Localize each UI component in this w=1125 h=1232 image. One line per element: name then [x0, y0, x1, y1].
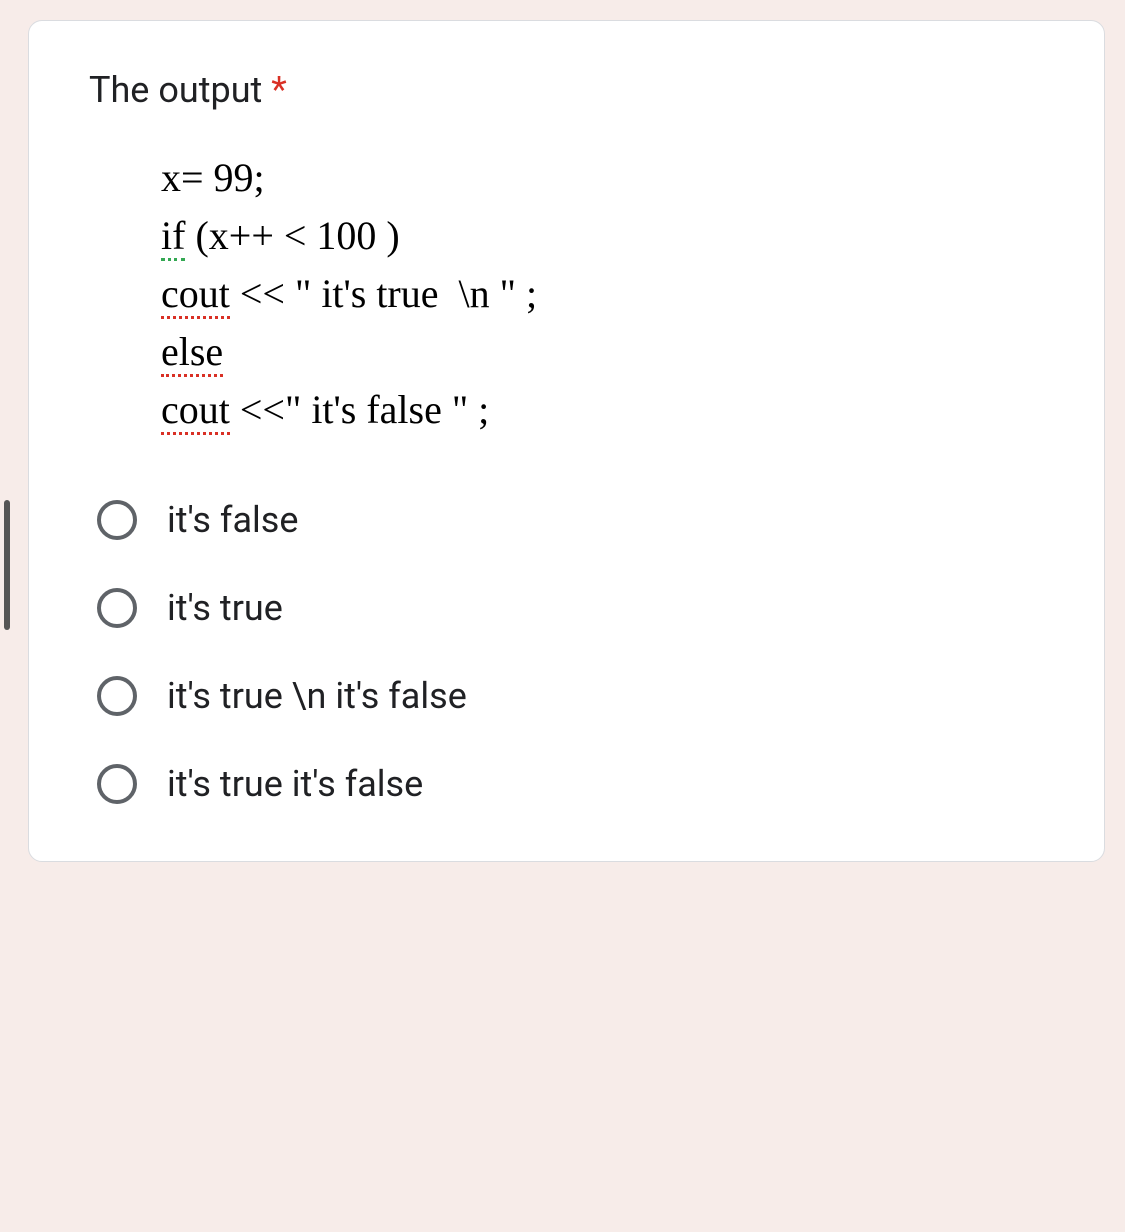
- options-group: it's false it's true it's true \n it's f…: [89, 499, 1044, 805]
- option-label: it's false: [167, 499, 298, 541]
- code-text: <<" it's false " ;: [230, 387, 489, 432]
- option-1[interactable]: it's true: [97, 587, 1044, 629]
- code-text: x= 99;: [161, 155, 265, 200]
- code-line-5: cout <<" it's false " ;: [161, 381, 1044, 439]
- radio-icon: [97, 676, 137, 716]
- option-label: it's true: [167, 587, 283, 629]
- code-line-3: cout << " it's true \n " ;: [161, 265, 1044, 323]
- radio-icon: [97, 764, 137, 804]
- code-underline-else: else: [161, 329, 223, 377]
- code-line-1: x= 99;: [161, 149, 1044, 207]
- required-marker: *: [262, 69, 286, 111]
- option-3[interactable]: it's true it's false: [97, 763, 1044, 805]
- option-label: it's true \n it's false: [167, 675, 467, 717]
- question-title: The output *: [89, 69, 1044, 111]
- code-text: << " it's true \n " ;: [230, 271, 537, 316]
- option-2[interactable]: it's true \n it's false: [97, 675, 1044, 717]
- side-indicator: [4, 500, 10, 630]
- code-line-4: else: [161, 323, 1044, 381]
- radio-icon: [97, 500, 137, 540]
- radio-icon: [97, 588, 137, 628]
- code-block: x= 99; if (x++ < 100 ) cout << " it's tr…: [89, 149, 1044, 439]
- option-label: it's true it's false: [167, 763, 423, 805]
- code-text: (x++ < 100 ): [185, 213, 399, 258]
- code-underline-cout2: cout: [161, 387, 230, 435]
- code-underline-if: if: [161, 213, 185, 261]
- option-0[interactable]: it's false: [97, 499, 1044, 541]
- code-underline-cout: cout: [161, 271, 230, 319]
- question-card: The output * x= 99; if (x++ < 100 ) cout…: [28, 20, 1105, 862]
- code-line-2: if (x++ < 100 ): [161, 207, 1044, 265]
- question-title-text: The output: [89, 69, 262, 111]
